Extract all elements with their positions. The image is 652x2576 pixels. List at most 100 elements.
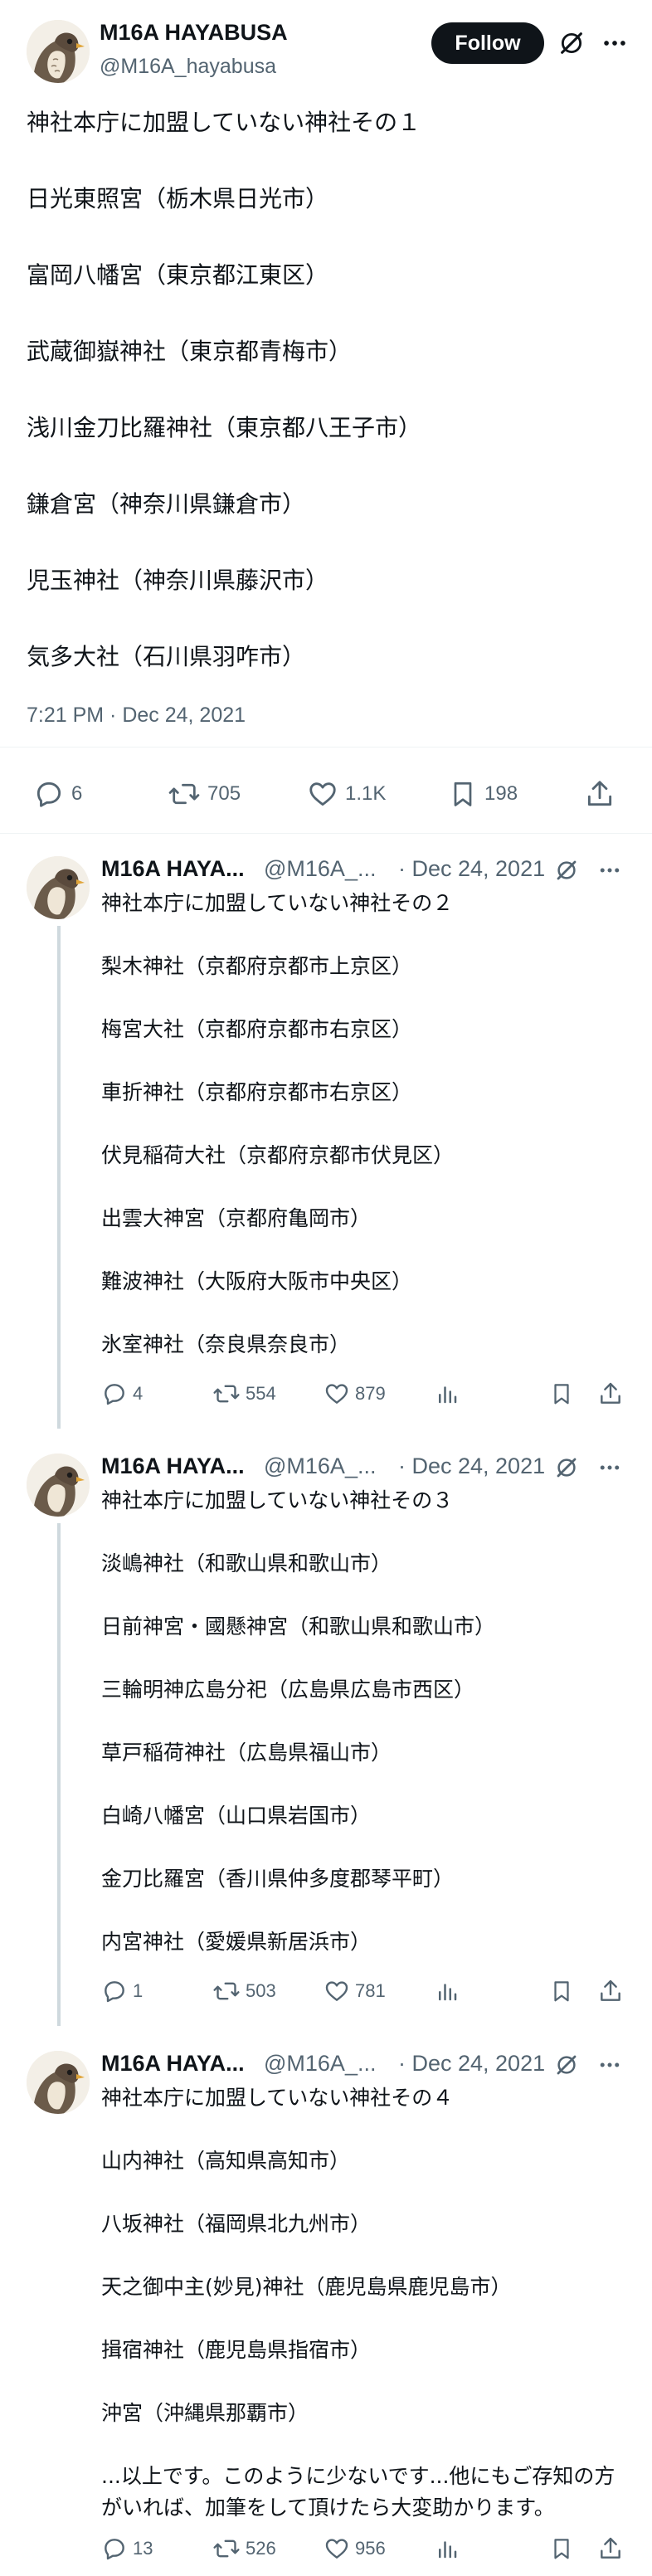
reply-tweet[interactable]: M16A HAYA... @M16A_... · Dec 24, 2021 神社… bbox=[0, 846, 652, 1429]
reply-icon bbox=[36, 782, 61, 807]
bookmark-icon bbox=[554, 1384, 569, 1405]
author-avatar[interactable] bbox=[27, 2051, 90, 2114]
tweet-line: 浅川金刀比羅神社（東京都八王子市） bbox=[27, 414, 422, 441]
author-avatar[interactable] bbox=[27, 856, 90, 919]
grok-icon[interactable] bbox=[554, 858, 579, 883]
author-name[interactable]: M16A HAYA... bbox=[101, 2051, 245, 2077]
tweet-line: 日光東照宮（栃木県日光市） bbox=[27, 185, 329, 212]
tweet-line: 金刀比羅宮（香川県仲多度郡琴平町） bbox=[101, 1867, 455, 1891]
main-tweet: M16A HAYABUSA @M16A_hayabusa Follow 神社本庁… bbox=[0, 0, 652, 834]
views-icon bbox=[439, 1386, 457, 1404]
reply-button[interactable]: 13 bbox=[101, 2535, 153, 2562]
grok-icon[interactable] bbox=[554, 2053, 579, 2077]
author-handle[interactable]: @M16A_... bbox=[264, 1454, 376, 1479]
tweet-line: 神社本庁に加盟していない神社その４ bbox=[101, 2086, 454, 2110]
tweet-line: 梨木神社（京都府京都市上京区） bbox=[101, 954, 413, 978]
reply-button[interactable]: 1 bbox=[101, 1978, 143, 2004]
tweet-timestamp[interactable]: 7:21 PM · Dec 24, 2021 bbox=[27, 704, 246, 728]
tweet-line: 車折神社（京都府京都市右京区） bbox=[101, 1080, 413, 1104]
reply-button[interactable]: 4 bbox=[101, 1381, 143, 1407]
tweet-line: ...以上です。このように少ないです...他にもご存知の方がいれば、加筆をして頂… bbox=[101, 2464, 616, 2520]
tweet-text: 神社本庁に加盟していない神社その１ 日光東照宮（栃木県日光市） 富岡八幡宮（東京… bbox=[27, 106, 624, 717]
tweet-date[interactable]: · Dec 24, 2021 bbox=[398, 856, 545, 882]
tweet-line: 神社本庁に加盟していない神社その１ bbox=[27, 109, 421, 136]
tweet-date[interactable]: · Dec 24, 2021 bbox=[398, 1454, 545, 1479]
reply-button[interactable]: 6 bbox=[33, 778, 82, 810]
tweet-text: 神社本庁に加盟していない神社その４ 山内神社（高知県高知市） 八坂神社（福岡県北… bbox=[101, 2082, 632, 2524]
share-button[interactable] bbox=[597, 1978, 624, 2004]
falcon-avatar-icon bbox=[27, 856, 90, 919]
like-button[interactable]: 781 bbox=[324, 1978, 386, 2004]
reply-count: 1 bbox=[133, 1980, 144, 2001]
tweet-line: 草戸稲荷神社（広島県福山市） bbox=[101, 1741, 392, 1765]
retweet-count: 554 bbox=[246, 1383, 276, 1404]
like-count: 879 bbox=[355, 1383, 386, 1404]
author-handle[interactable]: @M16A_hayabusa bbox=[100, 55, 276, 79]
more-icon[interactable] bbox=[597, 1455, 622, 1480]
retweet-button[interactable]: 705 bbox=[168, 778, 241, 810]
reply-count: 13 bbox=[133, 2538, 153, 2559]
share-button[interactable] bbox=[597, 1381, 624, 1407]
tweet-line: 神社本庁に加盟していない神社その３ bbox=[101, 1488, 454, 1512]
retweet-button[interactable]: 526 bbox=[212, 2535, 276, 2562]
author-name[interactable]: M16A HAYABUSA bbox=[100, 20, 288, 46]
bookmark-button[interactable]: 198 bbox=[448, 778, 518, 810]
tweet-line: 氷室神社（奈良県奈良市） bbox=[101, 1332, 351, 1356]
falcon-avatar-icon bbox=[27, 20, 90, 83]
bookmark-icon bbox=[554, 2539, 569, 2559]
author-handle[interactable]: @M16A_... bbox=[264, 2051, 376, 2077]
views-button[interactable] bbox=[435, 1978, 460, 2004]
author-avatar[interactable] bbox=[27, 20, 90, 83]
like-count: 956 bbox=[355, 2538, 386, 2559]
heart-icon bbox=[309, 782, 336, 806]
tweet-line: 天之御中主(妙見)神社（鹿児島県鹿児島市） bbox=[101, 2275, 512, 2299]
grok-icon[interactable] bbox=[557, 29, 586, 57]
author-handle[interactable]: @M16A_... bbox=[264, 856, 376, 882]
author-avatar[interactable] bbox=[27, 1454, 90, 1517]
retweet-icon bbox=[213, 1982, 240, 2000]
retweet-icon bbox=[213, 1385, 240, 1403]
thread-line bbox=[57, 926, 61, 1429]
follow-button[interactable]: Follow bbox=[431, 22, 544, 64]
share-button[interactable] bbox=[597, 2535, 624, 2562]
like-button[interactable]: 879 bbox=[324, 1381, 386, 1407]
views-button[interactable] bbox=[435, 2535, 460, 2562]
reply-tweet[interactable]: M16A HAYA... @M16A_... · Dec 24, 2021 神社… bbox=[0, 2041, 652, 2572]
tweet-line: 梅宮大社（京都府京都市右京区） bbox=[101, 1017, 413, 1041]
tweet-line: 揖宿神社（鹿児島県指宿市） bbox=[101, 2338, 372, 2362]
reply-icon bbox=[105, 1981, 124, 2003]
like-button[interactable]: 1.1K bbox=[307, 778, 386, 810]
grok-icon[interactable] bbox=[554, 1455, 579, 1480]
falcon-avatar-icon bbox=[27, 1454, 90, 1517]
views-button[interactable] bbox=[435, 1381, 460, 1407]
more-icon[interactable] bbox=[601, 29, 629, 57]
bookmark-button[interactable] bbox=[549, 1381, 574, 1407]
tweet-date[interactable]: · Dec 24, 2021 bbox=[398, 2051, 545, 2077]
author-name[interactable]: M16A HAYA... bbox=[101, 856, 245, 882]
share-button[interactable] bbox=[584, 778, 616, 810]
heart-icon bbox=[325, 1384, 348, 1404]
like-button[interactable]: 956 bbox=[324, 2535, 386, 2562]
bookmark-button[interactable] bbox=[549, 2535, 574, 2562]
retweet-button[interactable]: 503 bbox=[212, 1978, 276, 2004]
author-name[interactable]: M16A HAYA... bbox=[101, 1454, 245, 1479]
heart-icon bbox=[325, 1981, 348, 2001]
reply-icon bbox=[105, 2539, 124, 2560]
more-icon[interactable] bbox=[597, 2053, 622, 2077]
bookmark-button[interactable] bbox=[549, 1978, 574, 2004]
divider bbox=[0, 833, 652, 834]
tweet-line: 沖宮（沖縄県那覇市） bbox=[101, 2401, 309, 2425]
reply-tweet[interactable]: M16A HAYA... @M16A_... · Dec 24, 2021 神社… bbox=[0, 1444, 652, 2026]
more-icon[interactable] bbox=[597, 858, 622, 883]
tweet-line: 三輪明神広島分祀（広島県広島市西区） bbox=[101, 1678, 475, 1702]
tweet-line: 日前神宮・國懸神宮（和歌山県和歌山市） bbox=[101, 1614, 496, 1639]
retweet-button[interactable]: 554 bbox=[212, 1381, 276, 1407]
views-icon bbox=[439, 1984, 457, 2001]
